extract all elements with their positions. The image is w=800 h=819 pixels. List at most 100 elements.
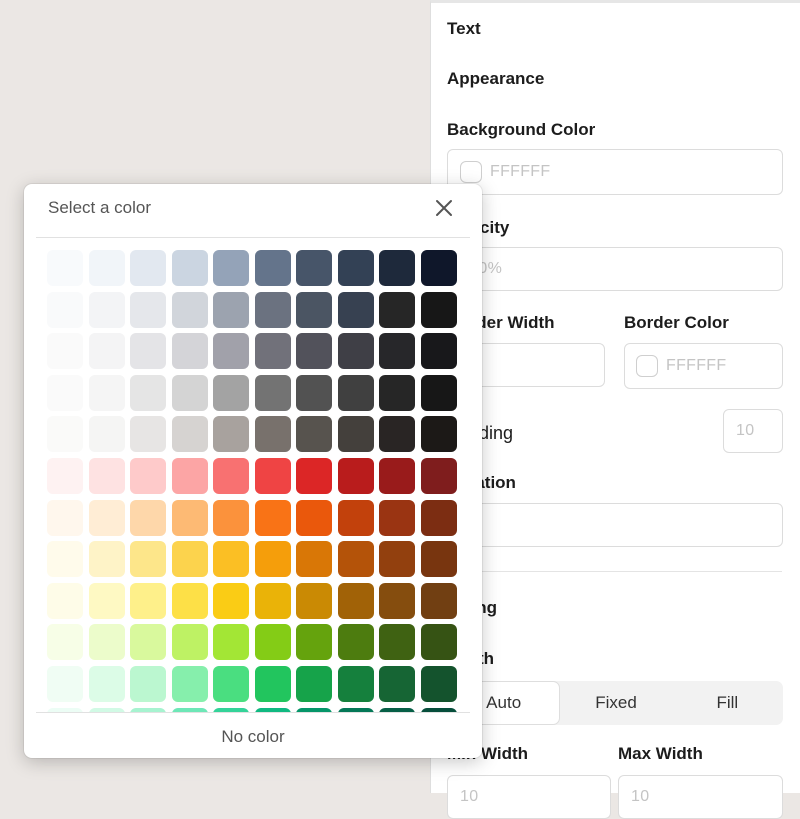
color-swatch[interactable] [379,374,415,411]
color-swatch[interactable] [171,416,208,453]
color-swatch[interactable] [47,291,83,328]
color-swatch[interactable] [379,416,415,453]
color-swatch[interactable] [379,665,415,702]
color-swatch[interactable] [213,582,249,619]
color-swatch[interactable] [337,333,374,370]
color-swatch[interactable] [213,333,249,370]
color-swatch[interactable] [130,416,166,453]
color-swatch[interactable] [47,374,83,411]
color-swatch[interactable] [213,624,249,661]
color-swatch[interactable] [420,291,457,328]
color-swatch[interactable] [130,541,166,578]
color-swatch[interactable] [88,665,125,702]
color-swatch[interactable] [47,416,83,453]
color-swatch[interactable] [88,250,125,286]
width-mode-fill[interactable]: Fill [672,681,783,725]
color-swatch[interactable] [337,499,374,536]
color-swatch[interactable] [337,374,374,411]
color-swatch[interactable] [130,624,166,661]
padding-input[interactable]: 10 [723,409,783,453]
color-swatch[interactable] [420,416,457,453]
color-swatch[interactable] [337,416,374,453]
color-swatch[interactable] [296,457,332,494]
color-swatch[interactable] [171,374,208,411]
color-swatch[interactable] [130,333,166,370]
color-swatch[interactable] [213,416,249,453]
color-swatch[interactable] [47,499,83,536]
rotation-input[interactable] [447,503,783,547]
color-swatch[interactable] [254,665,291,702]
color-swatch[interactable] [213,250,249,286]
close-icon[interactable] [432,196,456,220]
color-swatch[interactable] [296,333,332,370]
color-swatch[interactable] [379,499,415,536]
color-swatch[interactable] [171,333,208,370]
text-section-header[interactable]: Text [447,19,481,39]
color-swatch[interactable] [47,541,83,578]
color-swatch[interactable] [171,665,208,702]
color-swatch[interactable] [254,624,291,661]
color-swatch[interactable] [379,250,415,286]
color-swatch[interactable] [379,291,415,328]
max-width-input[interactable]: 10 [618,775,783,819]
color-swatch[interactable] [254,250,291,286]
color-swatch[interactable] [296,499,332,536]
color-swatch[interactable] [337,582,374,619]
color-swatch[interactable] [213,541,249,578]
color-swatch[interactable] [88,291,125,328]
color-swatch[interactable] [254,333,291,370]
color-swatch[interactable] [47,333,83,370]
color-swatch[interactable] [130,457,166,494]
color-swatch[interactable] [254,541,291,578]
color-swatch[interactable] [88,374,125,411]
color-swatch[interactable] [88,499,125,536]
color-swatch[interactable] [213,457,249,494]
color-swatch[interactable] [88,333,125,370]
color-swatch[interactable] [296,624,332,661]
color-grid-scroll-area[interactable] [24,238,482,712]
color-swatch[interactable] [171,541,208,578]
color-swatch[interactable] [337,250,374,286]
color-swatch[interactable] [420,665,457,702]
width-mode-fixed[interactable]: Fixed [560,681,671,725]
color-swatch[interactable] [420,499,457,536]
appearance-section-header[interactable]: Appearance [447,69,544,89]
no-color-button[interactable]: No color [24,727,482,747]
color-swatch[interactable] [296,416,332,453]
color-swatch[interactable] [171,457,208,494]
color-swatch[interactable] [171,499,208,536]
color-swatch[interactable] [213,374,249,411]
color-swatch[interactable] [337,541,374,578]
color-swatch[interactable] [420,541,457,578]
color-swatch[interactable] [171,250,208,286]
color-swatch[interactable] [337,624,374,661]
color-swatch[interactable] [254,457,291,494]
color-swatch[interactable] [130,250,166,286]
color-swatch[interactable] [337,457,374,494]
color-swatch[interactable] [420,374,457,411]
color-swatch[interactable] [213,291,249,328]
color-swatch[interactable] [296,665,332,702]
border-color-field[interactable]: FFFFFF [624,343,783,389]
color-swatch[interactable] [379,457,415,494]
color-swatch[interactable] [254,582,291,619]
color-swatch[interactable] [337,291,374,328]
color-swatch[interactable] [296,541,332,578]
color-swatch[interactable] [171,624,208,661]
color-swatch[interactable] [130,665,166,702]
color-swatch[interactable] [296,250,332,286]
color-swatch[interactable] [130,499,166,536]
color-swatch[interactable] [420,624,457,661]
color-swatch[interactable] [213,665,249,702]
color-swatch[interactable] [379,541,415,578]
min-width-input[interactable]: 10 [447,775,611,819]
color-swatch[interactable] [379,582,415,619]
color-swatch[interactable] [47,250,83,286]
color-swatch[interactable] [420,333,457,370]
opacity-input[interactable]: 100% [447,247,783,291]
color-swatch[interactable] [171,291,208,328]
color-swatch[interactable] [47,665,83,702]
color-swatch[interactable] [337,665,374,702]
color-swatch[interactable] [88,457,125,494]
color-swatch[interactable] [130,582,166,619]
